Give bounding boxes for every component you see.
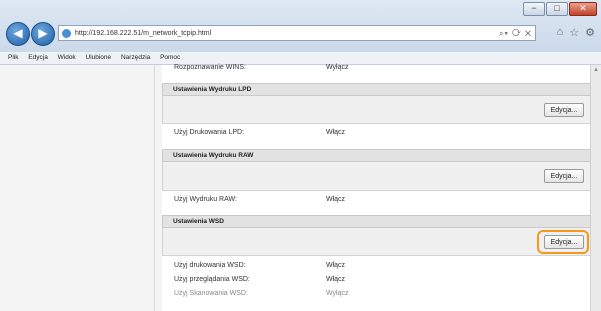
favorites-star-icon[interactable]: ☆ (569, 26, 579, 39)
menu-edit[interactable]: Edycja (28, 54, 48, 61)
raw-section-header: Ustawienia Wydruku RAW (162, 149, 591, 162)
site-favicon-icon (62, 29, 71, 38)
wsd-section-body: Edycja... (162, 228, 591, 256)
window-controls: − □ ✕ (523, 2, 597, 16)
raw-section-body: Edycja... (162, 162, 591, 191)
lpd-edit-button[interactable]: Edycja... (544, 103, 584, 117)
wsd-browse-label: Użyj przeglądania WSD: (174, 276, 250, 283)
wsd-browse-value: Włącz (326, 276, 346, 283)
highlight-ring (537, 230, 589, 254)
scroll-up-arrow-icon[interactable]: ▲ (593, 67, 599, 73)
wsd-section-header: Ustawienia WSD (162, 215, 591, 228)
maximize-button[interactable]: □ (546, 2, 568, 16)
menu-help[interactable]: Pomoc (160, 54, 180, 61)
settings-gear-icon[interactable]: ⚙ (585, 26, 595, 39)
minimize-button[interactable]: − (523, 2, 545, 16)
wins-label: Rozpoznawanie WINS: (174, 64, 246, 71)
menu-bar: Plik Edycja Widok Ulubione Narzędzia Pom… (0, 52, 601, 65)
address-text: http://192.168.222.51/m_network_tcpip.ht… (75, 30, 212, 37)
home-icon[interactable]: ⌂ (557, 26, 564, 39)
menu-view[interactable]: Widok (58, 54, 76, 61)
lpd-label: Użyj Drukowania LPD: (174, 129, 245, 136)
left-panel (0, 65, 155, 311)
lpd-section-header: Ustawienia Wydruku LPD (162, 83, 591, 96)
wsd-print-label: Użyj drukowania WSD: (174, 262, 246, 269)
browser-chrome: − □ ✕ ◀ ▶ http://192.168.222.51/m_networ… (0, 0, 601, 53)
menu-file[interactable]: Plik (8, 54, 18, 61)
menu-tools[interactable]: Narzędzia (121, 54, 150, 61)
forward-arrow-icon[interactable]: ▶ (31, 22, 55, 46)
settings-panel: Rozpoznawanie WINS: Wyłącz Ustawienia Wy… (162, 64, 591, 311)
vertical-scrollbar[interactable]: ▲ (590, 65, 601, 311)
lpd-section-body: Edycja... (162, 96, 591, 124)
address-bar[interactable]: http://192.168.222.51/m_network_tcpip.ht… (58, 25, 536, 41)
raw-value: Włącz (326, 196, 346, 203)
back-arrow-icon[interactable]: ◀ (6, 22, 30, 46)
search-refresh-icon[interactable]: ⌕▾ ⟳ ✕ (499, 26, 532, 42)
lpd-value: Włącz (326, 129, 346, 136)
wins-value: Wyłącz (326, 64, 349, 71)
wsd-scan-value: Wyłącz (326, 290, 349, 297)
wsd-print-value: Włącz (326, 262, 346, 269)
close-button[interactable]: ✕ (569, 2, 597, 16)
menu-favorites[interactable]: Ulubione (86, 54, 112, 61)
raw-label: Użyj Wydruku RAW: (174, 196, 237, 203)
raw-edit-button[interactable]: Edycja... (544, 169, 584, 183)
browser-tools: ⌂ ☆ ⚙ (557, 26, 595, 39)
page-content: Rozpoznawanie WINS: Wyłącz Ustawienia Wy… (0, 64, 591, 311)
wsd-scan-label: Użyj Skanowania WSD: (174, 290, 248, 297)
